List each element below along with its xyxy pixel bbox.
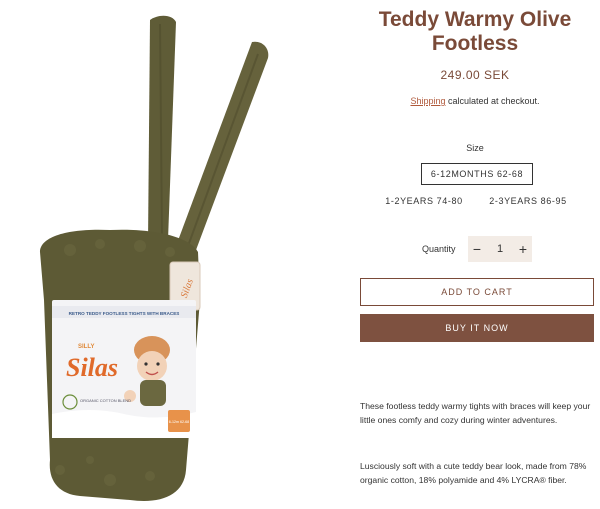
packaging-card: RETRO TEDDY FOOTLESS TIGHTS WITH BRACES … xyxy=(52,300,196,438)
packaging-brand-big: Silas xyxy=(66,353,118,382)
brace-strap-right xyxy=(176,41,269,250)
product-price: 249.00 SEK xyxy=(440,68,510,82)
size-option-1-2years[interactable]: 1-2YEARS 74-80 xyxy=(381,191,467,211)
packaging-organic-text: ORGANIC COTTON BLEND xyxy=(80,398,131,403)
product-info: Teddy Warmy Olive Footless 249.00 SEK Sh… xyxy=(350,0,600,509)
packaging-brand-small: SILLY xyxy=(78,344,94,350)
quantity-input[interactable]: 1 xyxy=(486,236,514,262)
quantity-stepper: − 1 + xyxy=(468,236,532,262)
quantity-label: Quantity xyxy=(422,244,456,254)
add-to-cart-button[interactable]: ADD TO CART xyxy=(360,278,594,306)
packaging-band-text: RETRO TEDDY FOOTLESS TIGHTS WITH BRACES xyxy=(69,311,180,316)
product-title: Teddy Warmy Olive Footless xyxy=(378,8,572,55)
quantity-increase-button[interactable]: + xyxy=(514,236,532,262)
product-image[interactable]: Silas RETRO TEDDY FOOTLESS TIGHTS WITH B… xyxy=(0,0,340,509)
buy-now-button[interactable]: BUY IT NOW xyxy=(360,314,594,342)
shipping-text: calculated at checkout. xyxy=(445,96,540,106)
shipping-link[interactable]: Shipping xyxy=(410,96,445,106)
size-option-2-3years[interactable]: 2-3YEARS 86-95 xyxy=(485,191,571,211)
size-option-6-12months[interactable]: 6-12MONTHS 62-68 xyxy=(421,163,533,185)
packaging-size-tag: 6-12m 62-68 xyxy=(169,420,189,424)
size-label: Size xyxy=(466,143,484,153)
description-paragraph: These footless teddy warmy tights with b… xyxy=(360,401,591,425)
shipping-note: Shipping calculated at checkout. xyxy=(350,96,600,106)
quantity-decrease-button[interactable]: − xyxy=(468,236,486,262)
description-paragraph: Lusciously soft with a cute teddy bear l… xyxy=(360,461,587,485)
